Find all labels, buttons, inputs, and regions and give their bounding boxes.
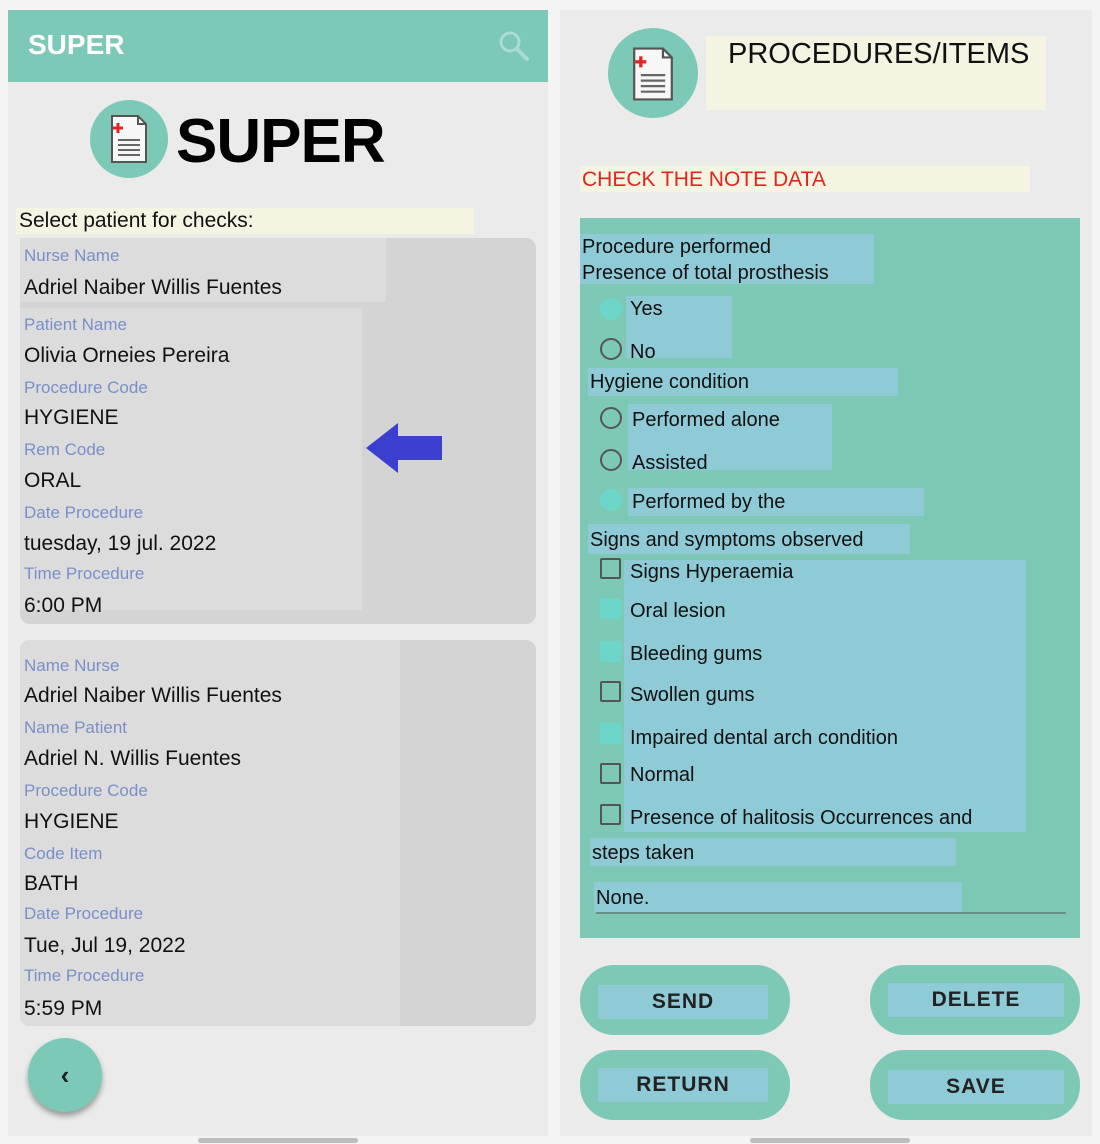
halitosis-checkbox[interactable] xyxy=(600,804,621,825)
left-screen: SUPER SUPER Select patient for checks: N… xyxy=(8,10,548,1143)
prosthesis-no-radio[interactable] xyxy=(600,338,622,360)
steps-taken-input[interactable]: None. xyxy=(596,887,649,910)
send-button[interactable]: SEND xyxy=(580,965,790,1035)
patient-card[interactable]: Name Nurse Adriel Naiber Willis Fuentes … xyxy=(20,640,536,1026)
app-logo xyxy=(608,28,698,118)
time-value: 6:00 PM xyxy=(24,594,103,617)
check-note-warning: CHECK THE NOTE DATA xyxy=(582,168,826,191)
field-label: Name Patient xyxy=(24,718,127,737)
date-value: tuesday, 19 jul. 2022 xyxy=(24,532,217,555)
bleeding-gums-checkbox[interactable] xyxy=(600,641,621,662)
field-label: Procedure Code xyxy=(24,781,148,800)
normal-checkbox[interactable] xyxy=(600,763,621,784)
hygiene-by-others-label[interactable]: Performed by the xyxy=(632,491,785,514)
hygiene-assisted-label[interactable]: Assisted xyxy=(632,452,708,475)
field-label: Time Procedure xyxy=(24,564,145,583)
field-label: Time Procedure xyxy=(24,966,145,985)
hyperaemia-checkbox[interactable] xyxy=(600,558,621,579)
normal-label[interactable]: Normal xyxy=(630,764,694,787)
input-underline xyxy=(596,912,1066,914)
back-button[interactable]: ‹ xyxy=(28,1038,102,1112)
hyperaemia-label[interactable]: Signs Hyperaemia xyxy=(630,561,793,584)
field-label: Patient Name xyxy=(24,315,127,334)
page-title: PROCEDURES/ITEMS xyxy=(728,38,1030,70)
delete-button[interactable]: DELETE xyxy=(870,965,1080,1035)
date-value: Tue, Jul 19, 2022 xyxy=(24,934,186,957)
field-label: Nurse Name xyxy=(24,246,120,265)
halitosis-label[interactable]: Presence of halitosis Occurrences and xyxy=(630,807,972,830)
field-label: Name Nurse xyxy=(24,656,120,675)
oral-lesion-label[interactable]: Oral lesion xyxy=(630,600,726,623)
app-bar: SUPER xyxy=(8,10,548,82)
dental-arch-checkbox[interactable] xyxy=(600,723,621,744)
return-button[interactable]: RETURN xyxy=(580,1050,790,1120)
swollen-gums-checkbox[interactable] xyxy=(600,681,621,702)
hygiene-assisted-radio[interactable] xyxy=(600,449,622,471)
field-label: Rem Code xyxy=(24,440,106,459)
rem-code-value: ORAL xyxy=(24,469,82,492)
procedure-code-value: HYGIENE xyxy=(24,406,119,429)
signs-symptoms-label: Signs and symptoms observed xyxy=(590,529,864,551)
select-patient-label: Select patient for checks: xyxy=(16,208,474,234)
document-icon xyxy=(633,47,673,101)
procedure-performed-label: Procedure performed xyxy=(582,236,771,258)
nurse-name-value: Adriel Naiber Willis Fuentes xyxy=(24,276,282,299)
logo-wordmark: SUPER xyxy=(176,107,386,176)
code-item-value: BATH xyxy=(24,872,79,895)
arrow-left-icon xyxy=(366,423,442,473)
procedure-form: Procedure performed Presence of total pr… xyxy=(580,218,1080,938)
procedure-code-value: HYGIENE xyxy=(24,810,119,833)
prosthesis-yes-label[interactable]: Yes xyxy=(630,298,663,321)
return-button-label[interactable]: RETURN xyxy=(598,1068,768,1102)
field-label: Procedure Code xyxy=(24,378,148,397)
field-label: Date Procedure xyxy=(24,904,144,923)
hygiene-alone-label[interactable]: Performed alone xyxy=(632,409,780,432)
steps-taken-label: steps taken xyxy=(592,842,695,864)
patient-name-value: Olivia Orneies Pereira xyxy=(24,344,230,367)
total-prosthesis-label: Presence of total prosthesis xyxy=(582,262,829,284)
time-value: 5:59 PM xyxy=(24,997,103,1020)
hygiene-alone-radio[interactable] xyxy=(600,407,622,429)
search-icon[interactable] xyxy=(496,28,530,62)
delete-button-label[interactable]: DELETE xyxy=(888,983,1064,1017)
right-screen: PROCEDURES/ITEMS CHECK THE NOTE DATA Pro… xyxy=(560,10,1092,1143)
dental-arch-label[interactable]: Impaired dental arch condition xyxy=(630,727,898,750)
save-button[interactable]: SAVE xyxy=(870,1050,1080,1120)
oral-lesion-checkbox[interactable] xyxy=(600,598,621,619)
bleeding-gums-label[interactable]: Bleeding gums xyxy=(630,643,762,666)
patient-name-value: Adriel N. Willis Fuentes xyxy=(24,747,242,770)
field-label: Code Item xyxy=(24,844,103,863)
patient-card[interactable]: Nurse Name Adriel Naiber Willis Fuentes … xyxy=(20,238,536,624)
home-indicator[interactable] xyxy=(198,1138,358,1143)
document-icon xyxy=(111,115,147,163)
hygiene-by-others-radio[interactable] xyxy=(600,489,622,511)
save-button-label[interactable]: SAVE xyxy=(888,1070,1064,1104)
app-logo xyxy=(90,100,168,178)
app-bar-title: SUPER xyxy=(28,29,125,60)
nurse-name-value: Adriel Naiber Willis Fuentes xyxy=(24,684,282,707)
prosthesis-yes-radio[interactable] xyxy=(600,298,622,320)
hygiene-condition-label: Hygiene condition xyxy=(590,371,749,393)
send-button-label[interactable]: SEND xyxy=(598,985,768,1019)
swollen-gums-label[interactable]: Swollen gums xyxy=(630,684,755,707)
prosthesis-no-label[interactable]: No xyxy=(630,341,656,364)
home-indicator[interactable] xyxy=(750,1138,910,1143)
field-label: Date Procedure xyxy=(24,503,144,522)
